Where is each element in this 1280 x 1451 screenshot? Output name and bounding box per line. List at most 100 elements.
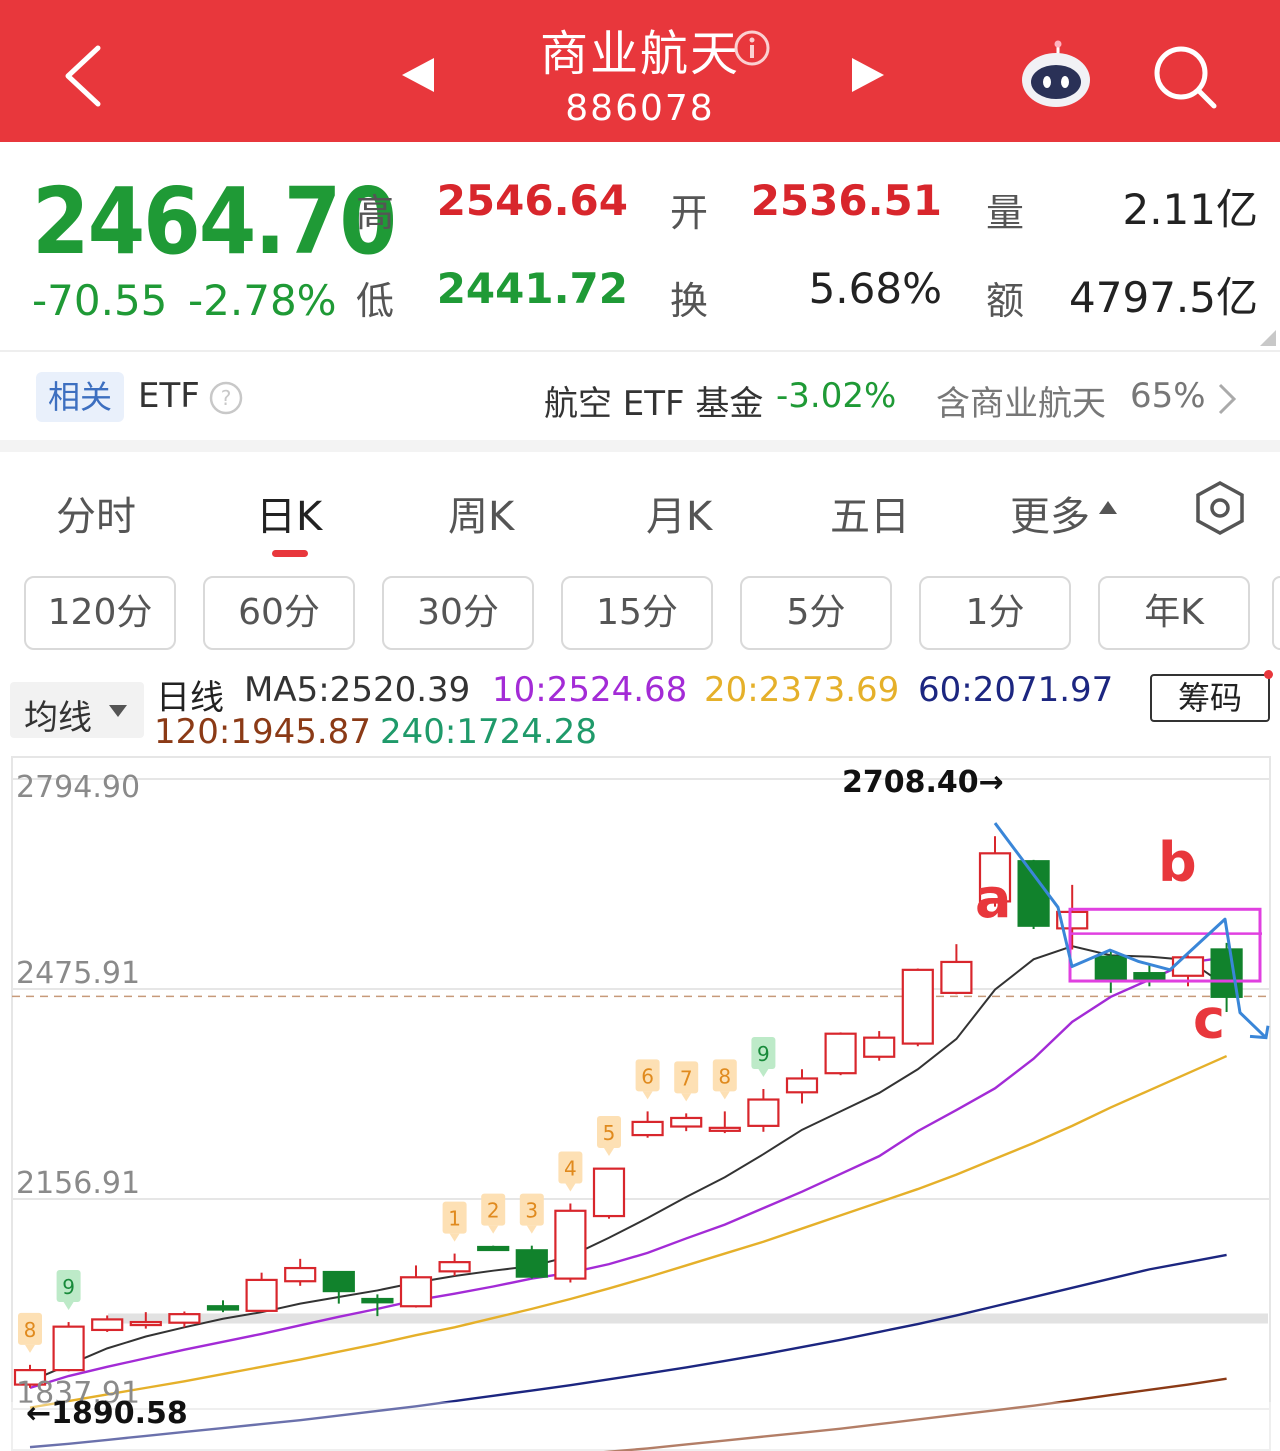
seq-label-text: 5 xyxy=(603,1121,616,1145)
seq-label: 8 xyxy=(18,1312,42,1353)
volume-band xyxy=(108,1313,1268,1324)
candle-body xyxy=(940,960,973,994)
info-icon[interactable] xyxy=(732,28,772,68)
volume-value: 2.11亿 xyxy=(1122,185,1258,234)
candle-body xyxy=(901,968,934,1045)
candle-body xyxy=(670,1116,703,1128)
seq-label-pointer xyxy=(449,1233,460,1242)
candle-body xyxy=(1017,860,1050,927)
turnover-value: 5.68% xyxy=(808,264,942,313)
candle-body xyxy=(284,1266,317,1283)
seq-label: 2 xyxy=(481,1193,506,1234)
ma20-line xyxy=(29,1054,1228,1409)
ma20-value: 20:2373.69 xyxy=(704,670,900,710)
period-30min[interactable]: 30分 xyxy=(382,576,534,650)
candle-body xyxy=(52,1325,85,1372)
seq-label-text: 9 xyxy=(757,1042,770,1066)
candle-body xyxy=(554,1209,587,1280)
period-15min[interactable]: 15分 xyxy=(561,576,713,650)
open-value: 2536.51 xyxy=(750,176,942,225)
candle-body xyxy=(592,1167,626,1218)
seq-label-pointer xyxy=(488,1225,499,1234)
period-1min[interactable]: 1分 xyxy=(919,576,1071,650)
kline-chart[interactable]: 891 2 3456 7 89 abc 2794.902475.912156.91183… xyxy=(0,752,1280,1451)
tab-monthly-k[interactable]: 月K xyxy=(646,484,712,542)
seq-label-text: 3 xyxy=(525,1199,538,1223)
seq-label-text: 6 xyxy=(641,1064,654,1088)
min-price-marker: ←1890.58 xyxy=(26,1396,188,1431)
high-label: 高 xyxy=(356,191,395,235)
seq-label: 5 xyxy=(597,1115,621,1156)
robot-assistant-icon[interactable] xyxy=(1018,40,1094,108)
candle-body xyxy=(91,1318,124,1332)
etf-weight: 65% xyxy=(1130,376,1206,416)
seq-label-pointer xyxy=(758,1069,769,1078)
etf-contains: 含商业航天 xyxy=(936,384,1106,424)
seq-label: 9 xyxy=(56,1270,81,1311)
low-label: 低 xyxy=(356,279,395,323)
ma240-value: 240:1724.28 xyxy=(380,712,597,752)
candles xyxy=(13,836,1243,1388)
y-tick-label: 2794.90 xyxy=(16,770,140,805)
seq-label-text: 1 xyxy=(448,1207,461,1231)
candle-body xyxy=(708,1126,741,1132)
etf-name: 航空 ETF 基金 xyxy=(544,384,764,424)
seq-label-pointer xyxy=(565,1183,576,1192)
ma-selector[interactable]: 均线 xyxy=(10,682,144,738)
search-icon[interactable] xyxy=(1152,44,1218,110)
seq-label: 3 xyxy=(519,1193,544,1234)
candle-body xyxy=(863,1036,896,1058)
next-stock-icon[interactable] xyxy=(850,56,886,94)
turnover-label: 换 xyxy=(670,279,709,323)
active-tab-indicator xyxy=(272,550,308,557)
open-label: 开 xyxy=(670,191,709,235)
candle-body xyxy=(245,1278,278,1312)
candle-body xyxy=(1171,956,1205,977)
seq-label: 6 xyxy=(635,1059,660,1100)
period-5min[interactable]: 5分 xyxy=(740,576,892,650)
amount-value: 4797.5亿 xyxy=(1069,273,1258,322)
ma60-value: 60:2071.97 xyxy=(918,670,1114,710)
expand-corner-icon[interactable] xyxy=(1260,330,1276,346)
period-yearly-k[interactable]: 年K xyxy=(1098,576,1250,650)
related-etf-bar[interactable]: 相关 ETF ? 航空 ETF 基金 -3.02% 含商业航天 65% xyxy=(0,352,1280,442)
tab-five-day[interactable]: 五日 xyxy=(830,484,910,542)
bottom-fade xyxy=(0,1402,1280,1451)
last-price: 2464.70 xyxy=(32,168,397,275)
seq-label: 1 xyxy=(442,1201,467,1242)
candle-body xyxy=(631,1120,664,1137)
period-60min[interactable]: 60分 xyxy=(203,576,355,650)
low-value: 2441.72 xyxy=(436,264,628,313)
candle-body xyxy=(361,1297,394,1304)
candle-body xyxy=(824,1032,857,1075)
settings-icon[interactable] xyxy=(1192,480,1248,536)
tab-more[interactable]: 更多 xyxy=(1010,484,1090,542)
chevron-right-icon[interactable] xyxy=(1216,382,1238,416)
tab-weekly-k[interactable]: 周K xyxy=(448,484,514,542)
chip-distribution-button[interactable]: 筹码 xyxy=(1150,674,1270,722)
tab-timeshare[interactable]: 分时 xyxy=(56,484,136,542)
tab-daily-k[interactable]: 日K xyxy=(256,484,322,542)
seq-label-pointer xyxy=(681,1093,692,1102)
seq-label-text: 7 xyxy=(680,1066,693,1090)
candle-body xyxy=(785,1077,819,1094)
candle-body xyxy=(438,1261,471,1273)
seq-label-pointer xyxy=(719,1091,730,1100)
max-price-marker: 2708.40→ xyxy=(842,765,1004,800)
caret-up-icon[interactable] xyxy=(1098,500,1118,516)
candle-body xyxy=(322,1270,355,1293)
etf-label: ETF xyxy=(138,376,200,416)
help-icon[interactable]: ? xyxy=(208,380,244,416)
annotation-label-b: b xyxy=(1158,831,1197,894)
section-gap xyxy=(0,440,1280,452)
candle-body xyxy=(477,1245,510,1252)
period-120min[interactable]: 120分 xyxy=(24,576,176,650)
volume-label: 量 xyxy=(986,191,1025,235)
seq-label-text: 2 xyxy=(487,1199,500,1223)
seq-label: 7 xyxy=(674,1061,699,1102)
y-tick-label: 2475.91 xyxy=(16,956,140,991)
annotation-label-c: c xyxy=(1193,988,1225,1051)
high-value: 2546.64 xyxy=(436,176,628,225)
seq-label-pointer xyxy=(526,1225,537,1234)
y-tick-label: 2156.91 xyxy=(16,1166,140,1201)
